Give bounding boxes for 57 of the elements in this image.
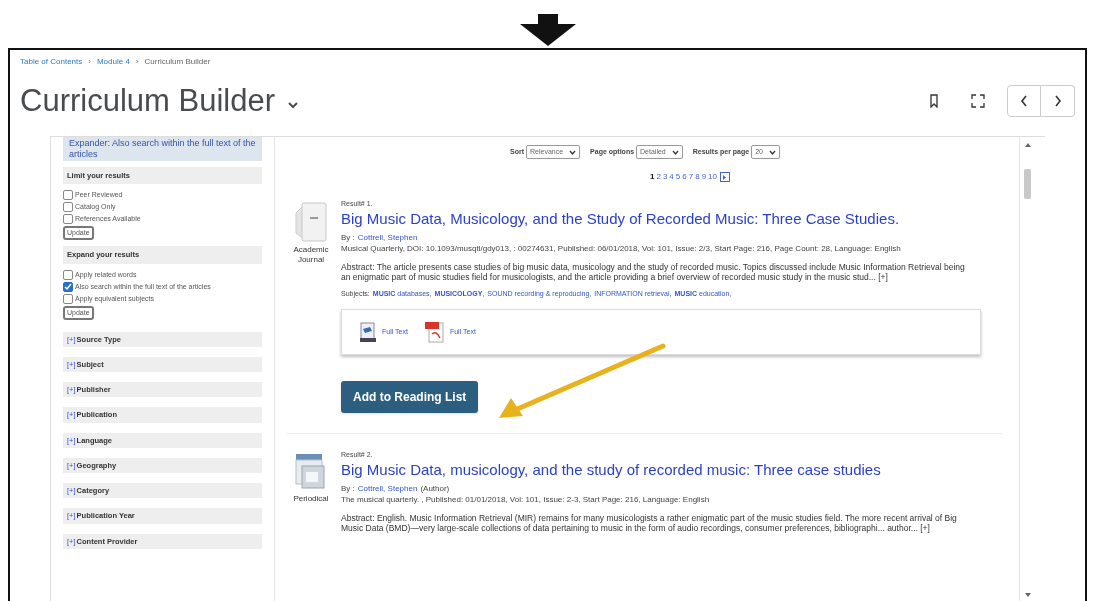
page-link[interactable]: 4 — [669, 171, 674, 183]
abstract-text: Abstract: English. Music Information Retrieval (MIR) remains for many musicologists a rather enigmatic part of the music studies field. The more recent arrival of Big Music Data (BMD)—very large-scale collections of data pertaining to music in the form of audio recordings, consumer preferences, bibliographi... author... [+] — [341, 512, 958, 534]
author-role: (Author) — [420, 482, 450, 495]
author-link[interactable]: Cottrell, Stephen — [357, 231, 418, 244]
page-title: Curriculum Builder — [20, 81, 275, 120]
checkbox[interactable] — [63, 214, 73, 225]
pdf-icon — [423, 320, 446, 344]
down-arrow-icon — [519, 14, 576, 46]
by-label: By : — [341, 482, 355, 495]
checkbox[interactable] — [63, 281, 73, 292]
breadcrumb-separator: › — [135, 56, 139, 68]
page-link[interactable]: 2 — [656, 171, 661, 183]
source-details: Musical Quarterly, DOI: 10.1093/musqtl/gdy013, : 00274631, Published: 06/01/2018, Vol: 101, Issue: 2/3, Start Page: 216, Page Count: 28, Language: English — [341, 243, 902, 254]
page-link[interactable]: 5 — [675, 171, 681, 183]
bookmark-icon[interactable] — [929, 94, 939, 108]
source-details: The musical quarterly. , Published: 01/01/2018, Vol: 101, Issue: 2-3, Start Page: 216, Language: English — [341, 494, 711, 505]
author-link[interactable]: Cottrell, Stephen — [357, 482, 418, 495]
caret-icon — [671, 149, 679, 155]
scroll-thumb[interactable] — [1024, 169, 1031, 199]
page-link[interactable]: 6 — [682, 171, 687, 183]
result-type: Periodical — [293, 494, 329, 504]
journal-icon — [294, 201, 328, 243]
checkbox[interactable] — [63, 293, 73, 304]
document-icon — [358, 321, 378, 343]
scroll-up-icon[interactable] — [1024, 143, 1031, 147]
result-title-link[interactable]: Big Music Data, Musicology, and the Study of Recorded Music: Three Case Studies. — [341, 209, 997, 228]
chevron-left-icon — [1020, 95, 1028, 107]
add-to-reading-list-button[interactable]: Add to Reading List — [341, 381, 479, 413]
abstract-text: Abstract: The article presents case studies of big music data, musicology and the study of recorded music. Topics discussed include Music Information Retrieval being an enigmatic part of music studies field for musicologists, and the article providing a brief overview of recorded music study in the music stud... [+] — [341, 261, 966, 283]
page-link[interactable]: 10 — [708, 171, 717, 183]
page-link[interactable]: 3 — [662, 171, 668, 183]
chevron-right-icon — [1053, 95, 1062, 107]
next-button[interactable] — [1041, 85, 1075, 117]
caret-icon — [768, 149, 776, 155]
scroll-down-icon[interactable] — [1024, 593, 1031, 597]
page-link[interactable]: 1 — [650, 171, 655, 183]
page-link[interactable]: 9 — [701, 171, 707, 183]
play-icon — [722, 174, 728, 180]
breadcrumb-link[interactable]: Table of Contents — [20, 56, 83, 68]
breadcrumb-current: Curriculum Builder — [144, 56, 211, 68]
periodical-icon — [294, 452, 328, 492]
result-title-link[interactable]: Big Music Data, musicology, and the study of recorded music: Three case studies — [341, 460, 997, 479]
by-label: By : — [341, 231, 355, 244]
fullscreen-icon[interactable] — [971, 94, 985, 108]
previous-button[interactable] — [1007, 85, 1041, 117]
chevron-down-icon[interactable] — [286, 101, 299, 109]
result-type: Academic Journal — [292, 245, 330, 265]
caret-icon — [569, 149, 577, 155]
page-link[interactable]: 8 — [695, 171, 700, 183]
next-page-button[interactable] — [720, 172, 730, 182]
checkbox[interactable] — [63, 269, 73, 280]
checkbox[interactable] — [63, 202, 73, 213]
breadcrumb-separator: › — [88, 56, 91, 68]
checkbox[interactable] — [63, 190, 73, 201]
breadcrumb-link[interactable]: Module 4 — [96, 56, 130, 68]
expander-note: Expander: Also search within the full text of the articles — [63, 137, 262, 161]
page-link[interactable]: 7 — [688, 171, 694, 183]
